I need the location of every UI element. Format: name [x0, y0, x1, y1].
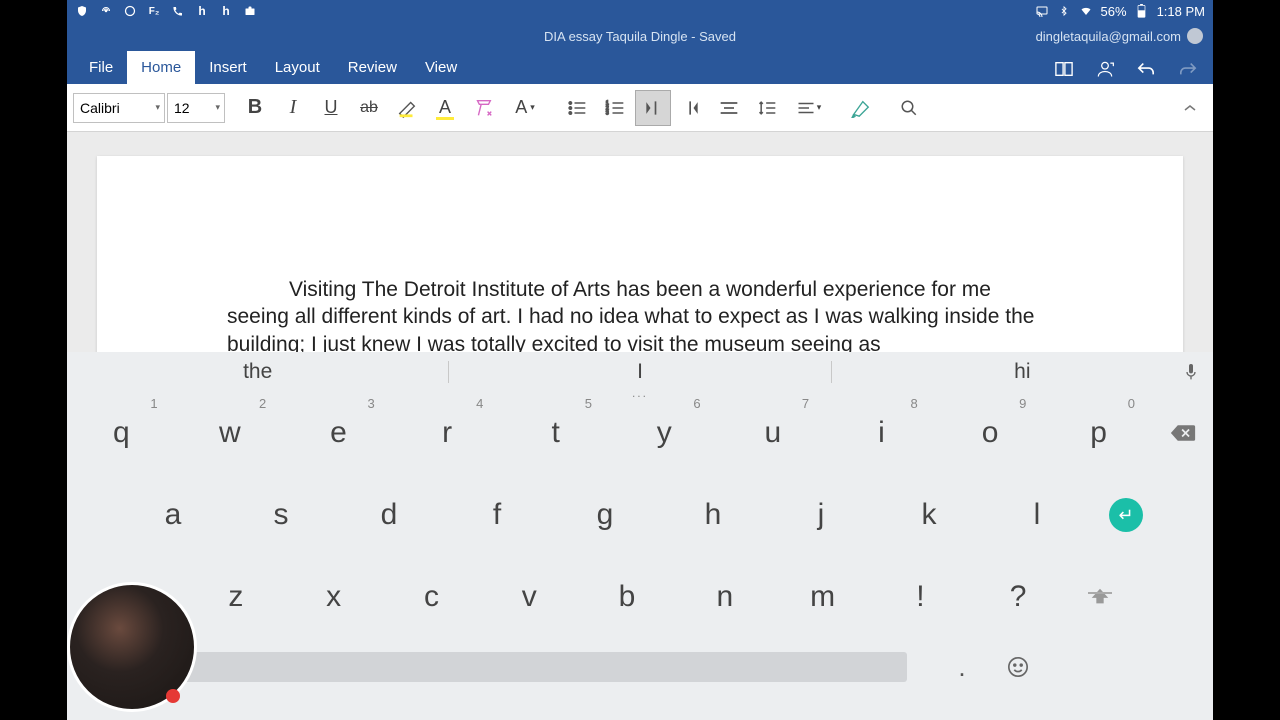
h-icon-2: h	[219, 4, 233, 18]
key-s[interactable]: s	[227, 474, 335, 556]
key-z[interactable]: z	[187, 556, 285, 638]
shield-icon	[75, 4, 89, 18]
key-l[interactable]: l	[983, 474, 1091, 556]
key-d[interactable]: d	[335, 474, 443, 556]
tab-home[interactable]: Home	[127, 51, 195, 84]
font-more-button[interactable]: A▾	[503, 90, 547, 126]
redo-icon[interactable]	[1177, 60, 1199, 78]
f2-icon: F₂	[147, 4, 161, 18]
key-g[interactable]: g	[551, 474, 659, 556]
profile-avatar[interactable]	[67, 582, 197, 712]
italic-button[interactable]: I	[275, 90, 311, 126]
bullets-button[interactable]	[559, 90, 595, 126]
key-k[interactable]: k	[875, 474, 983, 556]
styles-button[interactable]	[843, 90, 879, 126]
key-m[interactable]: m	[774, 556, 872, 638]
hotspot-icon	[99, 4, 113, 18]
suggestion-1[interactable]: the	[67, 360, 448, 384]
key-period[interactable]: .	[917, 652, 1007, 683]
suggestion-2[interactable]: I...	[449, 360, 830, 384]
underline-button[interactable]: U	[313, 90, 349, 126]
shift-key[interactable]	[1067, 586, 1133, 608]
indent-right-button[interactable]	[635, 90, 671, 126]
bluetooth-icon	[1057, 4, 1071, 18]
key-i[interactable]: i8	[827, 392, 936, 474]
phone-icon	[171, 4, 185, 18]
tab-view[interactable]: View	[411, 51, 471, 84]
page[interactable]: Visiting The Detroit Institute of Arts h…	[97, 156, 1183, 352]
ribbon-tabs: File Home Insert Layout Review View	[67, 50, 1213, 84]
key-y[interactable]: y6	[610, 392, 719, 474]
document-title: DIA essay Taquila Dingle - Saved	[544, 29, 736, 44]
suggestion-3[interactable]: hi	[832, 360, 1213, 384]
undo-icon[interactable]	[1135, 60, 1157, 78]
key-w[interactable]: w2	[176, 392, 285, 474]
key-f[interactable]: f	[443, 474, 551, 556]
key-o[interactable]: o9	[936, 392, 1045, 474]
key-a[interactable]: a	[119, 474, 227, 556]
font-name-select[interactable]: Calibri▾	[73, 93, 165, 123]
key-q[interactable]: q1	[67, 392, 176, 474]
key-h[interactable]: h	[659, 474, 767, 556]
align-button[interactable]	[711, 90, 747, 126]
record-indicator-icon	[166, 689, 180, 703]
paragraph-more-button[interactable]: ▾	[787, 90, 831, 126]
tab-insert[interactable]: Insert	[195, 51, 261, 84]
tab-layout[interactable]: Layout	[261, 51, 334, 84]
battery-percent: 56%	[1101, 4, 1127, 19]
key-e[interactable]: e3	[284, 392, 393, 474]
strike-button[interactable]: ab	[351, 90, 387, 126]
indent-left-button[interactable]	[673, 90, 709, 126]
highlight-button[interactable]	[389, 90, 425, 126]
svg-text:3: 3	[606, 110, 609, 116]
key-r[interactable]: r4	[393, 392, 502, 474]
battery-icon	[1135, 4, 1149, 18]
mic-icon[interactable]	[1183, 362, 1199, 382]
key-n[interactable]: n	[676, 556, 774, 638]
enter-key[interactable]: ↵	[1091, 498, 1161, 532]
numbering-button[interactable]: 123	[597, 90, 633, 126]
bold-button[interactable]: B	[237, 90, 273, 126]
account-email[interactable]: dingletaquila@gmail.com	[1036, 29, 1181, 44]
search-button[interactable]	[891, 90, 927, 126]
backspace-icon[interactable]	[1153, 423, 1213, 443]
key-v[interactable]: v	[480, 556, 578, 638]
key-?[interactable]: ?	[969, 556, 1067, 638]
key-c[interactable]: c	[383, 556, 481, 638]
key-j[interactable]: j	[767, 474, 875, 556]
cast-icon	[1035, 4, 1049, 18]
collapse-ribbon-icon[interactable]	[1183, 103, 1207, 113]
account-avatar-icon[interactable]	[1187, 28, 1203, 44]
android-status-bar: F₂ h h 56% 1:18 PM	[67, 0, 1213, 22]
ribbon-toolbar: Calibri▾ 12▾ B I U ab A A▾ 123 ▾	[67, 84, 1213, 132]
tab-review[interactable]: Review	[334, 51, 411, 84]
font-color-button[interactable]: A	[427, 90, 463, 126]
paragraph-text[interactable]: Visiting The Detroit Institute of Arts h…	[227, 276, 1053, 352]
document-canvas[interactable]: Visiting The Detroit Institute of Arts h…	[67, 132, 1213, 352]
clear-format-button[interactable]	[465, 90, 501, 126]
key-b[interactable]: b	[578, 556, 676, 638]
key-space[interactable]	[167, 652, 907, 682]
key-t[interactable]: t5	[501, 392, 610, 474]
emoji-icon[interactable]	[1007, 656, 1077, 678]
key-u[interactable]: u7	[719, 392, 828, 474]
key-![interactable]: !	[871, 556, 969, 638]
suggestion-bar: the I... hi	[67, 352, 1213, 392]
sync-icon	[123, 4, 137, 18]
reading-view-icon[interactable]	[1053, 60, 1075, 78]
clock-time: 1:18 PM	[1157, 4, 1205, 19]
briefcase-icon	[243, 4, 257, 18]
h-icon: h	[195, 4, 209, 18]
soft-keyboard: the I... hi q1w2e3r4t5y6u7i8o9p0 asdfghj…	[67, 352, 1213, 720]
key-p[interactable]: p0	[1044, 392, 1153, 474]
font-size-select[interactable]: 12▾	[167, 93, 225, 123]
line-spacing-button[interactable]	[749, 90, 785, 126]
wifi-icon	[1079, 4, 1093, 18]
title-bar: DIA essay Taquila Dingle - Saved dinglet…	[67, 22, 1213, 50]
tab-file[interactable]: File	[75, 51, 127, 84]
share-icon[interactable]	[1095, 59, 1115, 79]
key-x[interactable]: x	[285, 556, 383, 638]
